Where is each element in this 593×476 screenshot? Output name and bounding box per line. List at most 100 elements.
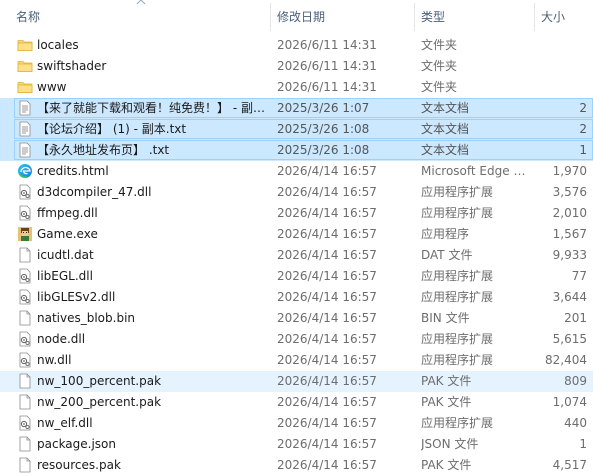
file-icon bbox=[17, 310, 33, 326]
file-type: 应用程序扩展 bbox=[421, 185, 494, 199]
file-date: 2025/3/26 1:08 bbox=[277, 143, 370, 157]
text-file-icon bbox=[17, 121, 33, 137]
file-type: 文件夹 bbox=[421, 59, 458, 73]
file-row[interactable]: nw_200_percent.pak 2026/4/14 16:57 PAK 文件 1… bbox=[0, 392, 593, 413]
file-size: 4,517 bbox=[552, 458, 587, 472]
text-file-icon bbox=[17, 100, 33, 116]
file-type: 应用程序扩展 bbox=[421, 290, 494, 304]
file-row[interactable]: swiftshader 2026/6/11 14:31 文件夹 bbox=[0, 56, 593, 77]
file-date: 2026/4/14 16:57 bbox=[277, 395, 377, 409]
file-row[interactable]: resources.pak 2026/4/14 16:57 PAK 文件 4,517 bbox=[0, 455, 593, 476]
file-date: 2026/4/14 16:57 bbox=[277, 311, 377, 325]
column-header-name[interactable]: 名称 bbox=[16, 0, 40, 34]
dll-icon bbox=[17, 352, 33, 368]
file-row[interactable]: libGLESv2.dll 2026/4/14 16:57 应用程序扩展 3,644 bbox=[0, 287, 593, 308]
file-icon bbox=[17, 373, 33, 389]
file-row[interactable]: 【论坛介绍】 (1) - 副本.txt 2025/3/26 1:08 文本文档 2 bbox=[0, 119, 593, 140]
file-row[interactable]: nw_elf.dll 2026/4/14 16:57 应用程序扩展 440 bbox=[0, 413, 593, 434]
file-type: PAK 文件 bbox=[421, 458, 472, 472]
file-date: 2026/4/14 16:57 bbox=[277, 290, 377, 304]
file-size: 201 bbox=[564, 311, 587, 325]
folder-icon bbox=[17, 58, 33, 74]
file-icon bbox=[17, 247, 33, 263]
file-size: 2 bbox=[579, 122, 587, 136]
file-name: nw_200_percent.pak bbox=[37, 395, 162, 409]
sort-ascending-icon bbox=[136, 0, 146, 5]
file-type: 文本文档 bbox=[421, 122, 470, 136]
dll-icon bbox=[17, 289, 33, 305]
file-name: 【来了就能下载和观看！纯免费！】 - 副… bbox=[37, 101, 265, 115]
file-date: 2026/4/14 16:57 bbox=[277, 353, 377, 367]
file-row[interactable]: nw_100_percent.pak 2026/4/14 16:57 PAK 文件 8… bbox=[0, 371, 593, 392]
file-size: 77 bbox=[571, 269, 587, 283]
file-date: 2026/4/14 16:57 bbox=[277, 374, 377, 388]
dll-icon bbox=[17, 205, 33, 221]
file-name: nw_elf.dll bbox=[37, 416, 93, 430]
file-name: credits.html bbox=[37, 164, 109, 178]
dll-icon bbox=[17, 268, 33, 284]
file-row[interactable]: libEGL.dll 2026/4/14 16:57 应用程序扩展 77 bbox=[0, 266, 593, 287]
column-header-date[interactable]: 修改日期 bbox=[277, 0, 325, 34]
file-size: 2 bbox=[579, 101, 587, 115]
file-date: 2026/4/14 16:57 bbox=[277, 164, 377, 178]
file-date: 2026/6/11 14:31 bbox=[277, 59, 377, 73]
file-size: 1 bbox=[579, 143, 587, 157]
file-type: 应用程序扩展 bbox=[421, 332, 494, 346]
file-type: 应用程序扩展 bbox=[421, 353, 494, 367]
file-type: 应用程序扩展 bbox=[421, 269, 494, 283]
folder-icon bbox=[17, 37, 33, 53]
file-name: ffmpeg.dll bbox=[37, 206, 98, 220]
file-name: swiftshader bbox=[37, 59, 107, 73]
edge-icon bbox=[17, 163, 33, 179]
file-name: nw.dll bbox=[37, 353, 72, 367]
folder-icon bbox=[17, 79, 33, 95]
file-type: PAK 文件 bbox=[421, 374, 472, 388]
dll-icon bbox=[17, 415, 33, 431]
file-date: 2026/4/14 16:57 bbox=[277, 206, 377, 220]
file-size: 3,644 bbox=[552, 290, 587, 304]
file-type: 文本文档 bbox=[421, 143, 470, 157]
file-row[interactable]: locales 2026/6/11 14:31 文件夹 bbox=[0, 35, 593, 56]
file-row[interactable]: www 2026/6/11 14:31 文件夹 bbox=[0, 77, 593, 98]
file-type: BIN 文件 bbox=[421, 311, 470, 325]
column-header-type[interactable]: 类型 bbox=[421, 0, 445, 34]
file-name: libGLESv2.dll bbox=[37, 290, 116, 304]
file-name: 【论坛介绍】 (1) - 副本.txt bbox=[37, 122, 187, 136]
file-row[interactable]: icudtl.dat 2026/4/14 16:57 DAT 文件 9,933 bbox=[0, 245, 593, 266]
file-date: 2026/4/14 16:57 bbox=[277, 269, 377, 283]
file-name: www bbox=[37, 80, 67, 94]
file-name: nw_100_percent.pak bbox=[37, 374, 162, 388]
file-size: 440 bbox=[564, 416, 587, 430]
column-divider[interactable] bbox=[534, 3, 535, 31]
column-divider[interactable] bbox=[270, 3, 271, 31]
file-size: 1,567 bbox=[552, 227, 587, 241]
file-type: 应用程序 bbox=[421, 227, 470, 241]
column-header-size[interactable]: 大小 bbox=[541, 0, 565, 34]
file-type: DAT 文件 bbox=[421, 248, 473, 262]
file-row[interactable]: 【永久地址发布页】 .txt 2025/3/26 1:08 文本文档 1 bbox=[0, 140, 593, 161]
file-type: JSON 文件 bbox=[421, 437, 479, 451]
file-size: 9,933 bbox=[552, 248, 587, 262]
file-row[interactable]: ffmpeg.dll 2026/4/14 16:57 应用程序扩展 2,010 bbox=[0, 203, 593, 224]
file-date: 2026/6/11 14:31 bbox=[277, 38, 377, 52]
column-header-bar: 名称 修改日期 类型 大小 bbox=[0, 0, 593, 34]
file-row[interactable]: natives_blob.bin 2026/4/14 16:57 BIN 文件 201 bbox=[0, 308, 593, 329]
file-size: 5,615 bbox=[552, 332, 587, 346]
file-row[interactable]: 【来了就能下载和观看！纯免费！】 - 副… 2025/3/26 1:07 文本文档 2 bbox=[0, 98, 593, 119]
game-exe-icon bbox=[17, 226, 33, 242]
column-divider[interactable] bbox=[414, 3, 415, 31]
file-size: 1,074 bbox=[552, 395, 587, 409]
file-name: icudtl.dat bbox=[37, 248, 94, 262]
file-row[interactable]: Game.exe 2026/4/14 16:57 应用程序 1,567 bbox=[0, 224, 593, 245]
file-date: 2025/3/26 1:08 bbox=[277, 122, 370, 136]
file-row[interactable]: d3dcompiler_47.dll 2026/4/14 16:57 应用程序扩展 3… bbox=[0, 182, 593, 203]
file-row[interactable]: package.json 2026/4/14 16:57 JSON 文件 1 bbox=[0, 434, 593, 455]
file-type: PAK 文件 bbox=[421, 395, 472, 409]
file-date: 2025/3/26 1:07 bbox=[277, 101, 370, 115]
file-row[interactable]: node.dll 2026/4/14 16:57 应用程序扩展 5,615 bbox=[0, 329, 593, 350]
file-name: libEGL.dll bbox=[37, 269, 93, 283]
file-row[interactable]: nw.dll 2026/4/14 16:57 应用程序扩展 82,404 bbox=[0, 350, 593, 371]
file-type: 文本文档 bbox=[421, 101, 470, 115]
file-date: 2026/4/14 16:57 bbox=[277, 227, 377, 241]
file-row[interactable]: credits.html 2026/4/14 16:57 Microsoft Edg… bbox=[0, 161, 593, 182]
